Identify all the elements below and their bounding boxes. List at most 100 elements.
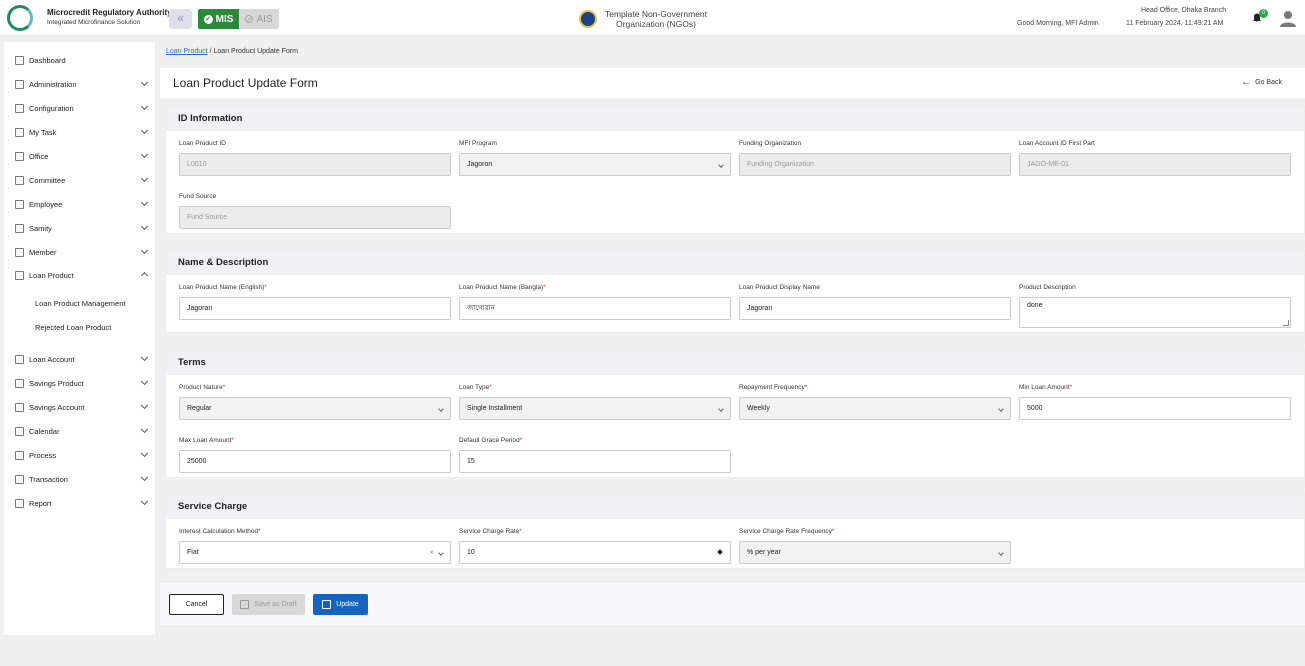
ais-label: AIS	[256, 13, 273, 25]
sidebar-item-calendar[interactable]: Calendar	[15, 424, 149, 438]
required-mark: *	[258, 528, 261, 535]
sidebar-item-label: Report	[29, 498, 52, 508]
field-label: Repayment Frequency*	[739, 384, 1011, 395]
sidebar-item-label: Office	[29, 151, 49, 161]
select-value: Flat	[187, 549, 199, 556]
breadcrumb-link-loan-product[interactable]: Loan Product	[166, 48, 208, 55]
loan-account-id-first-part-input[interactable]: JAGO-ME-01	[1019, 153, 1291, 176]
mra-logo	[7, 5, 33, 31]
sidebar-item-savings-account[interactable]: Savings Account	[15, 400, 149, 414]
org-subtitle: Integrated Microfinance Solution	[47, 19, 141, 26]
max-loan-amount-input[interactable]: 25000	[179, 450, 451, 473]
loan-product-id-input[interactable]: L0010	[179, 153, 451, 176]
sidebar-item-office[interactable]: Office	[15, 149, 149, 163]
sidebar-item-samity[interactable]: Samity	[15, 221, 149, 235]
max-loan-amount-field: Max Loan Amount* 25000	[179, 437, 451, 473]
field-label: Fund Source	[179, 193, 217, 200]
sidebar-item-employee[interactable]: Employee	[15, 197, 149, 211]
number-spinner-icon[interactable]	[717, 549, 723, 555]
repayment-frequency-select[interactable]: Weekly	[739, 397, 1011, 420]
mis-mode-button[interactable]: ✓ MIS	[198, 9, 239, 29]
loan-product-name-bangla-input[interactable]: জাগোরান	[459, 297, 731, 320]
product-description-field: Product Description done	[1019, 284, 1291, 328]
clear-icon[interactable]: ×	[429, 542, 434, 563]
required-mark: *	[1069, 384, 1073, 391]
save-as-draft-button[interactable]: Save as Draft	[232, 594, 305, 615]
sidebar-item-administration[interactable]: Administration	[15, 77, 149, 91]
disabled-icon	[245, 15, 254, 23]
calendar-icon	[15, 426, 24, 436]
ais-mode-button[interactable]: AIS	[239, 9, 279, 29]
sidebar-item-label: Dashboard	[29, 55, 66, 65]
user-avatar-icon[interactable]	[1279, 9, 1297, 27]
button-label: Save as Draft	[254, 601, 297, 608]
service-charge-rate-input[interactable]: 10	[459, 541, 731, 564]
collapse-sidebar-button[interactable]: «	[169, 9, 192, 29]
section-service-charge: Service Charge Interest Calculation Meth…	[165, 493, 1305, 569]
chevron-down-icon	[140, 377, 149, 386]
sidebar-item-transaction[interactable]: Transaction	[15, 472, 149, 486]
fund-source-field: Fund Source Fund Source	[179, 193, 451, 229]
field-label: Product Description	[1019, 284, 1076, 291]
chevron-down-icon	[140, 102, 149, 111]
default-grace-period-field: Default Grace Period* 15	[459, 437, 731, 473]
label-text: Loan Type	[459, 384, 490, 391]
product-description-textarea[interactable]: done	[1019, 297, 1291, 328]
field-label: Service Charge Rate*	[459, 528, 731, 539]
sidebar-item-label: Administration	[29, 79, 77, 89]
required-mark: *	[231, 437, 234, 444]
chevron-down-icon	[140, 497, 149, 506]
admin-icon	[15, 79, 24, 89]
form-actions: Cancel Save as Draft Update	[160, 583, 1305, 625]
loan-product-name-english-input[interactable]: Jagoran	[179, 297, 451, 320]
field-label: Loan Product Display Name	[739, 284, 820, 291]
loan-type-select[interactable]: Single Installment	[459, 397, 731, 420]
sidebar-item-savings-product[interactable]: Savings Product	[15, 376, 149, 390]
sidebar-item-my-task[interactable]: My Task	[15, 125, 149, 139]
sidebar-item-label: Employee	[29, 199, 63, 209]
min-loan-amount-input[interactable]: 5000	[1019, 397, 1291, 420]
fund-source-input[interactable]: Fund Source	[179, 206, 451, 229]
office-icon	[15, 151, 24, 161]
go-back-button[interactable]: ← Go Back	[1241, 77, 1282, 88]
default-grace-period-input[interactable]: 15	[459, 450, 731, 473]
sidebar-item-committee[interactable]: Committee	[15, 173, 149, 187]
field-label: Funding Organization	[739, 140, 802, 147]
update-button[interactable]: Update	[313, 594, 368, 615]
sidebar-subitem-rejected-loan-product[interactable]: Rejected Loan Product	[35, 323, 111, 332]
label-text: Default Grace Period	[459, 437, 520, 444]
service-charge-rate-frequency-select[interactable]: % per year	[739, 541, 1011, 564]
mfi-program-select[interactable]: Jagoron	[459, 153, 731, 176]
loan-product-display-name-input[interactable]: Jagoran	[739, 297, 1011, 320]
sidebar-item-report[interactable]: Report	[15, 496, 149, 510]
funding-organization-input[interactable]: Funding Organization	[739, 153, 1011, 176]
resize-handle-icon[interactable]	[1283, 320, 1289, 326]
cancel-button[interactable]: Cancel	[169, 594, 224, 615]
field-label: MFI Program	[459, 140, 497, 147]
sidebar-item-dashboard[interactable]: Dashboard	[15, 53, 147, 67]
sidebar-item-label: Savings Account	[29, 402, 85, 412]
sidebar-item-loan-product[interactable]: Loan Product	[15, 268, 149, 282]
section-name-description: Name & Description Loan Product Name (En…	[165, 249, 1305, 333]
sidebar-item-loan-account[interactable]: Loan Account	[15, 352, 149, 366]
chevron-up-icon	[140, 271, 149, 280]
required-mark: *	[804, 384, 808, 391]
breadcrumb: Loan Product / Loan Product Update Form	[166, 48, 298, 55]
process-icon	[15, 450, 24, 460]
interest-calculation-method-select[interactable]: Flat ×	[179, 541, 451, 564]
required-mark: *	[489, 384, 492, 391]
chevron-down-icon	[140, 78, 149, 87]
section-terms: Terms Product Nature* Regular Loan Type*…	[165, 349, 1305, 478]
chevron-down-icon	[140, 174, 149, 183]
sidebar-item-label: Transaction	[29, 474, 68, 484]
product-nature-select[interactable]: Regular	[179, 397, 451, 420]
sidebar-item-process[interactable]: Process	[15, 448, 149, 462]
sidebar-subitem-loan-product-management[interactable]: Loan Product Management	[35, 299, 125, 308]
field-label: Interest Calculation Method*	[179, 528, 451, 539]
sidebar-item-configuration[interactable]: Configuration	[15, 101, 149, 115]
branch-text: Head Office, Dhaka Branch	[1141, 7, 1227, 14]
field-label: Product Nature*	[179, 384, 451, 395]
funding-organization-field: Funding Organization Funding Organizatio…	[739, 140, 1011, 176]
sidebar-item-member[interactable]: Member	[15, 245, 149, 259]
chevron-down-icon	[140, 425, 149, 434]
